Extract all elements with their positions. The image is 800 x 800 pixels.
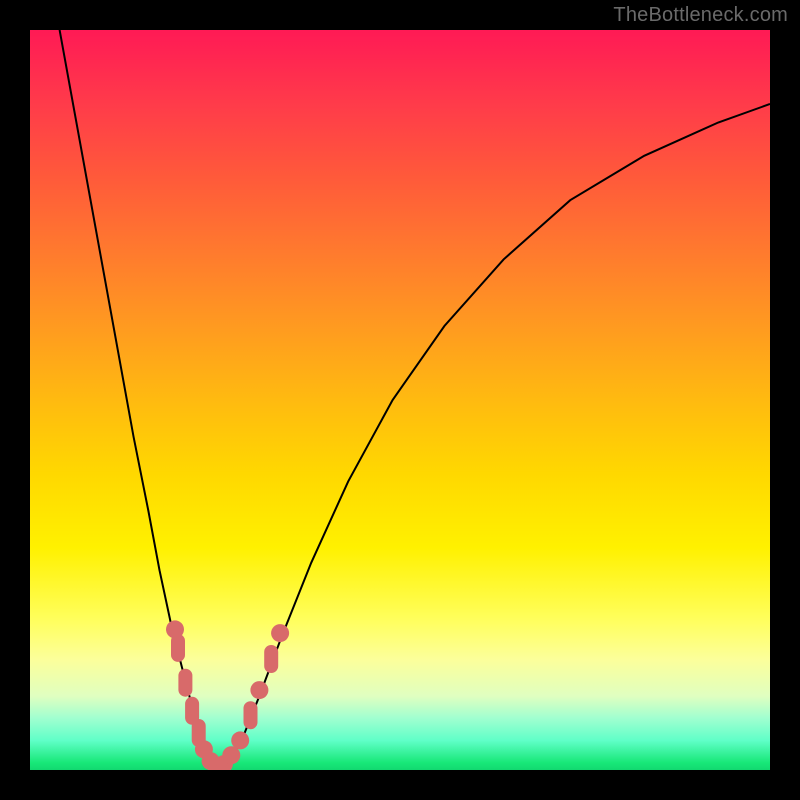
data-marker <box>178 669 192 697</box>
bottleneck-curve-left <box>60 30 214 766</box>
data-marker <box>264 645 278 673</box>
plot-area <box>30 30 770 770</box>
data-marker <box>171 634 185 662</box>
watermark-text: TheBottleneck.com <box>613 4 788 27</box>
data-marker <box>244 701 258 729</box>
data-marker <box>231 731 249 749</box>
chart-frame: TheBottleneck.com <box>0 0 800 800</box>
data-markers <box>166 620 289 770</box>
data-marker <box>250 681 268 699</box>
curve-layer <box>30 30 770 770</box>
bottleneck-curve-right <box>224 104 770 766</box>
data-marker <box>271 624 289 642</box>
